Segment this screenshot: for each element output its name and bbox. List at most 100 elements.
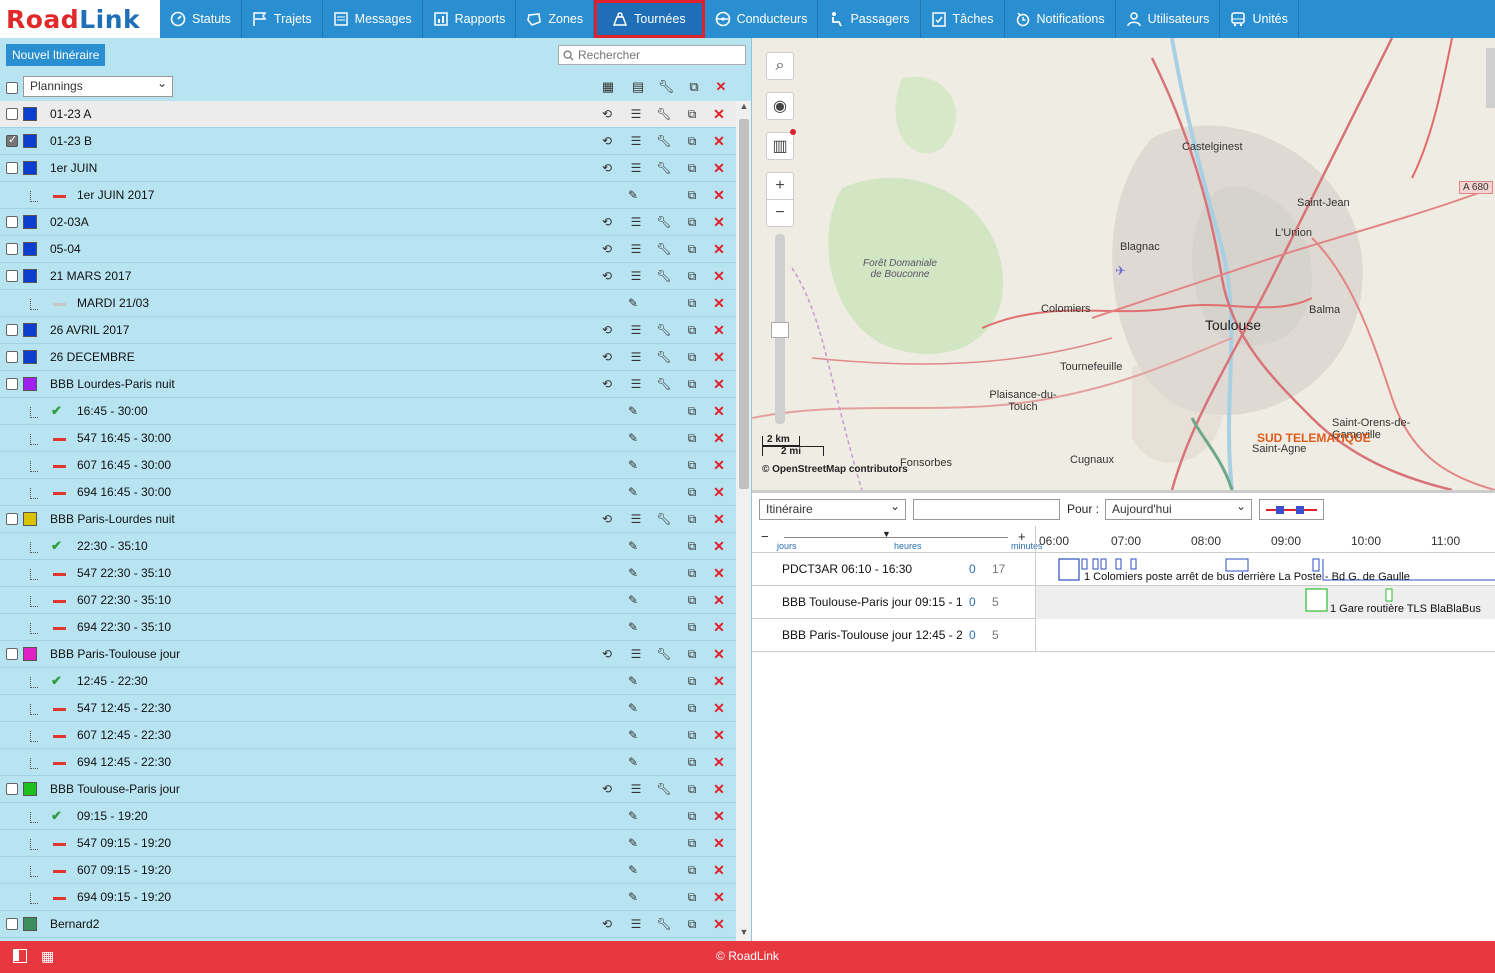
delete-icon[interactable]: ✕ [712,349,726,365]
schedule-row[interactable]: 547 09:15 - 19:20 ✎ ⧉ ✕ [0,830,736,857]
delete-icon[interactable]: ✕ [712,673,726,689]
schedule-row[interactable]: 1er JUIN 2017 ✎ ⧉ ✕ [0,182,736,209]
wrench-icon[interactable]: 🔧︎ [656,107,671,121]
delete-icon[interactable]: ✕ [712,565,726,581]
schedule-row[interactable]: ✔ 16:45 - 30:00 ✎ ⧉ ✕ [0,398,736,425]
history-icon[interactable]: ⟲ [600,107,614,121]
copy-icon[interactable]: ⧉ [685,323,699,337]
tour-row[interactable]: 26 AVRIL 2017 ⟲ ☰ 🔧︎ ⧉ ✕ [0,317,736,344]
history-icon[interactable]: ⟲ [600,917,614,931]
tour-checkbox[interactable] [6,216,18,228]
tour-checkbox[interactable] [6,243,18,255]
copy-icon[interactable]: ⧉ [685,350,699,364]
copy-icon[interactable]: ⧉ [685,269,699,283]
table-icon[interactable]: ▤ [629,78,647,96]
nav-item-tâches[interactable]: Tâches [921,0,1005,38]
roadlink-logo[interactable]: Road Link [0,0,160,38]
copy-icon[interactable]: ⧉ [685,107,699,121]
delete-icon[interactable]: ✕ [712,106,726,122]
new-itinerary-button[interactable]: Nouvel Itinéraire [6,44,106,66]
copy-icon[interactable]: ⧉ [685,836,699,850]
nav-item-trajets[interactable]: Trajets [242,0,323,38]
copy-icon[interactable]: ⧉ [685,458,699,472]
schedule-row[interactable]: 547 22:30 - 35:10 ✎ ⧉ ✕ [0,560,736,587]
schedule-row[interactable]: 607 22:30 - 35:10 ✎ ⧉ ✕ [0,587,736,614]
map-layers-icon[interactable]: ▥ [766,132,794,160]
schedule-row[interactable]: ✔ 09:15 - 19:20 ✎ ⧉ ✕ [0,803,736,830]
edit-pencil-icon[interactable]: ✎ [626,809,640,823]
tour-checkbox[interactable] [6,270,18,282]
tour-checkbox[interactable] [6,133,18,147]
date-select[interactable]: Aujourd'hui [1105,499,1252,520]
delete-icon[interactable]: ✕ [712,511,726,527]
timeline-zoom-out-button[interactable]: − [761,529,769,544]
nav-item-passagers[interactable]: Passagers [818,0,921,38]
schedule-row[interactable]: 547 16:45 - 30:00 ✎ ⧉ ✕ [0,425,736,452]
select-all-checkbox[interactable] [6,82,18,94]
tour-checkbox[interactable] [6,648,18,660]
timeline-row[interactable]: BBB Toulouse-Paris jour 09:15 - 19:20 0 … [752,586,1495,619]
delete-icon[interactable]: ✕ [712,133,726,149]
schedule-row[interactable]: 694 22:30 - 35:10 ✎ ⧉ ✕ [0,614,736,641]
edit-pencil-icon[interactable]: ✎ [626,863,640,877]
company-marker-label[interactable]: SUD TELEMATIQUE [1257,431,1371,445]
edit-pencil-icon[interactable]: ✎ [626,593,640,607]
delete-icon[interactable]: ✕ [712,322,726,338]
tour-row[interactable]: 1er JUIN ⟲ ☰ 🔧︎ ⧉ ✕ [0,155,736,182]
delete-icon[interactable]: ✕ [712,160,726,176]
list-icon[interactable]: ☰ [629,512,643,526]
copy-icon[interactable]: ⧉ [685,809,699,823]
nav-item-rapports[interactable]: Rapports [423,0,517,38]
copy-icon[interactable]: ⧉ [685,782,699,796]
edit-pencil-icon[interactable]: ✎ [626,701,640,715]
tour-checkbox[interactable] [6,162,18,174]
legend-button[interactable] [1259,499,1324,520]
copy-icon[interactable]: ⧉ [685,539,699,553]
delete-icon[interactable]: ✕ [712,457,726,473]
tour-row[interactable]: 05-04 ⟲ ☰ 🔧︎ ⧉ ✕ [0,236,736,263]
schedule-row[interactable]: ✔ 22:30 - 35:10 ✎ ⧉ ✕ [0,533,736,560]
zoom-slider-handle[interactable] [771,322,789,338]
edit-pencil-icon[interactable]: ✎ [626,485,640,499]
wrench-icon[interactable]: 🔧︎ [656,782,671,796]
delete-icon[interactable]: ✕ [712,862,726,878]
list-icon[interactable]: ☰ [629,215,643,229]
tour-row[interactable]: 01-23 A ⟲ ☰ 🔧︎ ⧉ ✕ [0,101,736,128]
wrench-icon[interactable]: 🔧︎ [656,917,671,931]
delete-icon[interactable]: ✕ [712,78,730,96]
tour-checkbox[interactable] [6,783,18,795]
nav-item-statuts[interactable]: Statuts [160,0,242,38]
history-icon[interactable]: ⟲ [600,215,614,229]
delete-icon[interactable]: ✕ [712,781,726,797]
copy-icon[interactable]: ⧉ [685,242,699,256]
copy-icon[interactable]: ⧉ [685,431,699,445]
copy-icon[interactable]: ⧉ [685,512,699,526]
tour-checkbox[interactable] [6,918,18,930]
delete-icon[interactable]: ✕ [712,592,726,608]
delete-icon[interactable]: ✕ [712,889,726,905]
map-attribution[interactable]: © OpenStreetMap contributors [762,464,908,475]
copy-icon[interactable]: ⧉ [685,377,699,391]
history-icon[interactable]: ⟲ [600,512,614,526]
tour-row[interactable]: BBB Lourdes-Paris nuit ⟲ ☰ 🔧︎ ⧉ ✕ [0,371,736,398]
edit-pencil-icon[interactable]: ✎ [626,728,640,742]
delete-icon[interactable]: ✕ [712,376,726,392]
tour-row[interactable]: BBB Toulouse-Paris jour ⟲ ☰ 🔧︎ ⧉ ✕ [0,776,736,803]
copy-icon[interactable]: ⧉ [685,485,699,499]
zoom-scale-track[interactable] [784,537,1008,538]
tour-row[interactable]: 26 DECEMBRE ⟲ ☰ 🔧︎ ⧉ ✕ [0,344,736,371]
wrench-icon[interactable]: 🔧︎ [656,215,671,229]
nav-item-tournées[interactable]: Tournées [594,0,705,38]
tour-checkbox[interactable] [6,324,18,336]
search-input[interactable] [578,46,738,64]
list-icon[interactable]: ☰ [629,242,643,256]
scroll-up-arrow[interactable]: ▲ [736,101,751,115]
tour-row[interactable]: BBB Paris-Lourdes nuit ⟲ ☰ 🔧︎ ⧉ ✕ [0,506,736,533]
nav-item-zones[interactable]: Zones [516,0,595,38]
edit-pencil-icon[interactable]: ✎ [626,188,640,202]
nav-item-notifications[interactable]: Notifications [1005,0,1116,38]
history-icon[interactable]: ⟲ [600,134,614,148]
wrench-icon[interactable]: 🔧︎ [656,512,671,526]
wrench-icon[interactable]: 🔧︎ [656,161,671,175]
history-icon[interactable]: ⟲ [600,242,614,256]
